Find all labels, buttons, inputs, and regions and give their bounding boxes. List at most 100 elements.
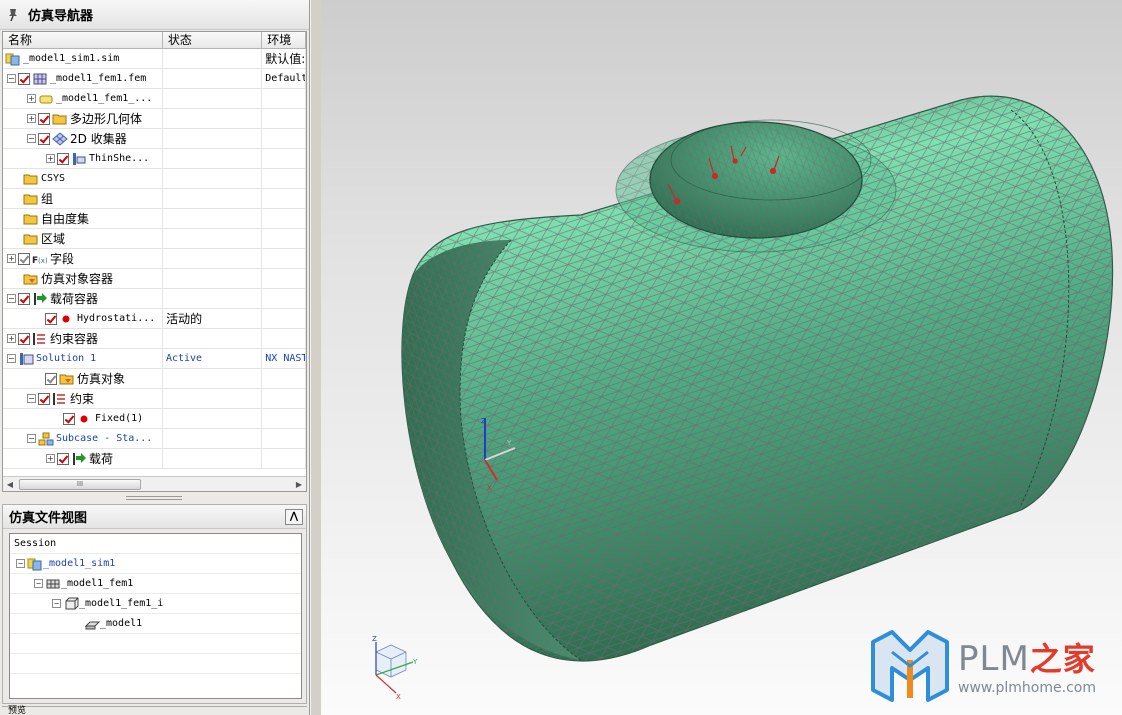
tree-row-csys[interactable]: CSYS xyxy=(3,169,306,189)
tree-row-hydrostatic[interactable]: Hydrostati... 活动的 xyxy=(3,309,306,329)
column-header-name[interactable]: 名称 xyxy=(3,32,163,48)
env-cell xyxy=(262,429,306,448)
tree-row-fields[interactable]: + F (x) 字段 xyxy=(3,249,306,269)
scroll-left-arrow[interactable]: ◀ xyxy=(3,480,17,489)
env-cell: Default xyxy=(262,69,306,88)
tree-label: ThinShe... xyxy=(89,153,150,164)
scroll-right-arrow[interactable]: ▶ xyxy=(292,480,306,489)
tree-row-sim-objects[interactable]: 仿真对象 xyxy=(3,369,306,389)
visibility-checkbox[interactable] xyxy=(63,412,75,425)
tree-row-groups[interactable]: 组 xyxy=(3,189,306,209)
pressure-vessel-mesh[interactable]: Z Y X Z Y X xyxy=(321,0,1122,715)
tree-label: 2D 收集器 xyxy=(70,132,127,146)
env-cell xyxy=(262,449,306,468)
expand-toggle[interactable]: + xyxy=(27,94,36,103)
file-row-empty xyxy=(10,634,301,654)
preview-panel-header[interactable]: 预览 xyxy=(2,706,307,715)
file-tree[interactable]: Session − _model1_sim1 − _model1_fem1 − … xyxy=(9,533,302,699)
tree-row-loads[interactable]: + 载荷 xyxy=(3,449,306,469)
expand-toggle[interactable]: + xyxy=(7,334,16,343)
panel-splitter[interactable] xyxy=(126,496,182,500)
folder-icon xyxy=(23,234,38,244)
tree-row-2d-collector[interactable]: − 2D 收集器 xyxy=(3,129,306,149)
visibility-checkbox[interactable] xyxy=(45,372,57,385)
status-cell xyxy=(163,189,263,208)
file-row-model[interactable]: _model1 xyxy=(10,614,301,634)
status-cell xyxy=(163,149,263,168)
file-row-fem[interactable]: − _model1_fem1 xyxy=(10,574,301,594)
file-row-session[interactable]: Session xyxy=(10,534,301,554)
pin-icon[interactable] xyxy=(6,8,20,22)
load-icon xyxy=(73,452,86,465)
status-cell xyxy=(163,69,263,88)
visibility-checkbox[interactable] xyxy=(18,72,30,85)
file-row-empty xyxy=(10,654,301,674)
tree-row-sim[interactable]: _model1_sim1.sim 默认值: xyxy=(3,49,306,69)
collapse-toggle[interactable]: − xyxy=(27,394,36,403)
visibility-checkbox[interactable] xyxy=(45,312,57,325)
tree-label: Subcase - Sta... xyxy=(56,433,153,444)
graphics-viewport[interactable]: Z Y X Z Y X xyxy=(321,0,1122,715)
sim-navigator-title: 仿真导航器 xyxy=(28,9,94,24)
tree-label: 组 xyxy=(41,192,54,206)
scroll-track[interactable]: III xyxy=(17,478,292,490)
tree-row-fem-i[interactable]: + _model1_fem1_... xyxy=(3,89,306,109)
tree-row-fixed[interactable]: Fixed(1) xyxy=(3,409,306,429)
sim-navigator-tree[interactable]: 名称 状态 环境 _model1_sim1.sim 默认值: − _model1… xyxy=(2,31,307,492)
tree-label: 约束容器 xyxy=(50,332,99,346)
expand-toggle[interactable]: + xyxy=(46,154,55,163)
expand-toggle[interactable]: + xyxy=(7,254,16,263)
column-header-env[interactable]: 环境 xyxy=(262,32,306,48)
tree-row-constraints[interactable]: − 约束 xyxy=(3,389,306,409)
collapse-toggle[interactable]: − xyxy=(7,294,16,303)
visibility-checkbox[interactable] xyxy=(38,132,50,145)
tree-row-subcase[interactable]: − Subcase - Sta... xyxy=(3,429,306,449)
collapse-toggle[interactable]: − xyxy=(27,434,36,443)
visibility-checkbox[interactable] xyxy=(57,152,69,165)
tree-row-constraint-container[interactable]: + 约束容器 xyxy=(3,329,306,349)
collapse-toggle[interactable]: − xyxy=(27,134,36,143)
env-cell xyxy=(262,309,306,328)
view-triad[interactable]: Z Y X xyxy=(372,635,418,701)
expand-toggle[interactable]: + xyxy=(27,114,36,123)
collapse-toggle[interactable]: − xyxy=(7,74,16,83)
env-cell xyxy=(262,409,306,428)
collapse-toggle[interactable]: − xyxy=(52,599,61,608)
file-row-fem-i[interactable]: − _model1_fem1_i xyxy=(10,594,301,614)
tree-label: 载荷容器 xyxy=(50,292,99,306)
tree-label: Solution 1 xyxy=(36,353,97,364)
file-row-sim[interactable]: − _model1_sim1 xyxy=(10,554,301,574)
tree-row-dof-sets[interactable]: 自由度集 xyxy=(3,209,306,229)
viewport-resize-handle[interactable] xyxy=(310,0,321,715)
env-cell xyxy=(262,249,306,268)
env-cell xyxy=(262,329,306,348)
scroll-thumb[interactable]: III xyxy=(19,478,141,490)
visibility-checkbox[interactable] xyxy=(38,112,50,125)
expand-toggle[interactable]: + xyxy=(46,454,55,463)
env-cell: NX NAST xyxy=(262,349,306,368)
tree-row-solution[interactable]: − Solution 1 Active NX NAST xyxy=(3,349,306,369)
visibility-checkbox[interactable] xyxy=(18,292,30,305)
fem-mesh-icon xyxy=(33,73,47,84)
visibility-checkbox[interactable] xyxy=(57,452,69,465)
tree-row-regions[interactable]: 区域 xyxy=(3,229,306,249)
horizontal-scrollbar[interactable]: ◀ III ▶ xyxy=(3,476,306,491)
tree-row-sim-object-container[interactable]: 仿真对象容器 xyxy=(3,269,306,289)
collapse-toggle[interactable]: − xyxy=(16,559,25,568)
visibility-checkbox[interactable] xyxy=(38,392,50,405)
env-cell xyxy=(262,209,306,228)
tree-row-polygon-geometry[interactable]: + 多边形几何体 xyxy=(3,109,306,129)
collapse-toggle[interactable]: − xyxy=(34,579,43,588)
axis-label: X xyxy=(396,693,401,701)
column-header-status[interactable]: 状态 xyxy=(163,32,263,48)
collapse-panel-button[interactable]: ⋀ xyxy=(285,508,303,525)
visibility-checkbox[interactable] xyxy=(18,252,30,265)
collapse-toggle[interactable]: − xyxy=(7,354,16,363)
env-cell xyxy=(262,109,306,128)
tree-row-load-container[interactable]: − 载荷容器 xyxy=(3,289,306,309)
status-cell xyxy=(163,389,263,408)
visibility-checkbox[interactable] xyxy=(18,332,30,345)
constraint-icon xyxy=(33,332,45,345)
tree-row-fem[interactable]: − _model1_fem1.fem Default xyxy=(3,69,306,89)
tree-row-thinshell[interactable]: + ThinShe... xyxy=(3,149,306,169)
